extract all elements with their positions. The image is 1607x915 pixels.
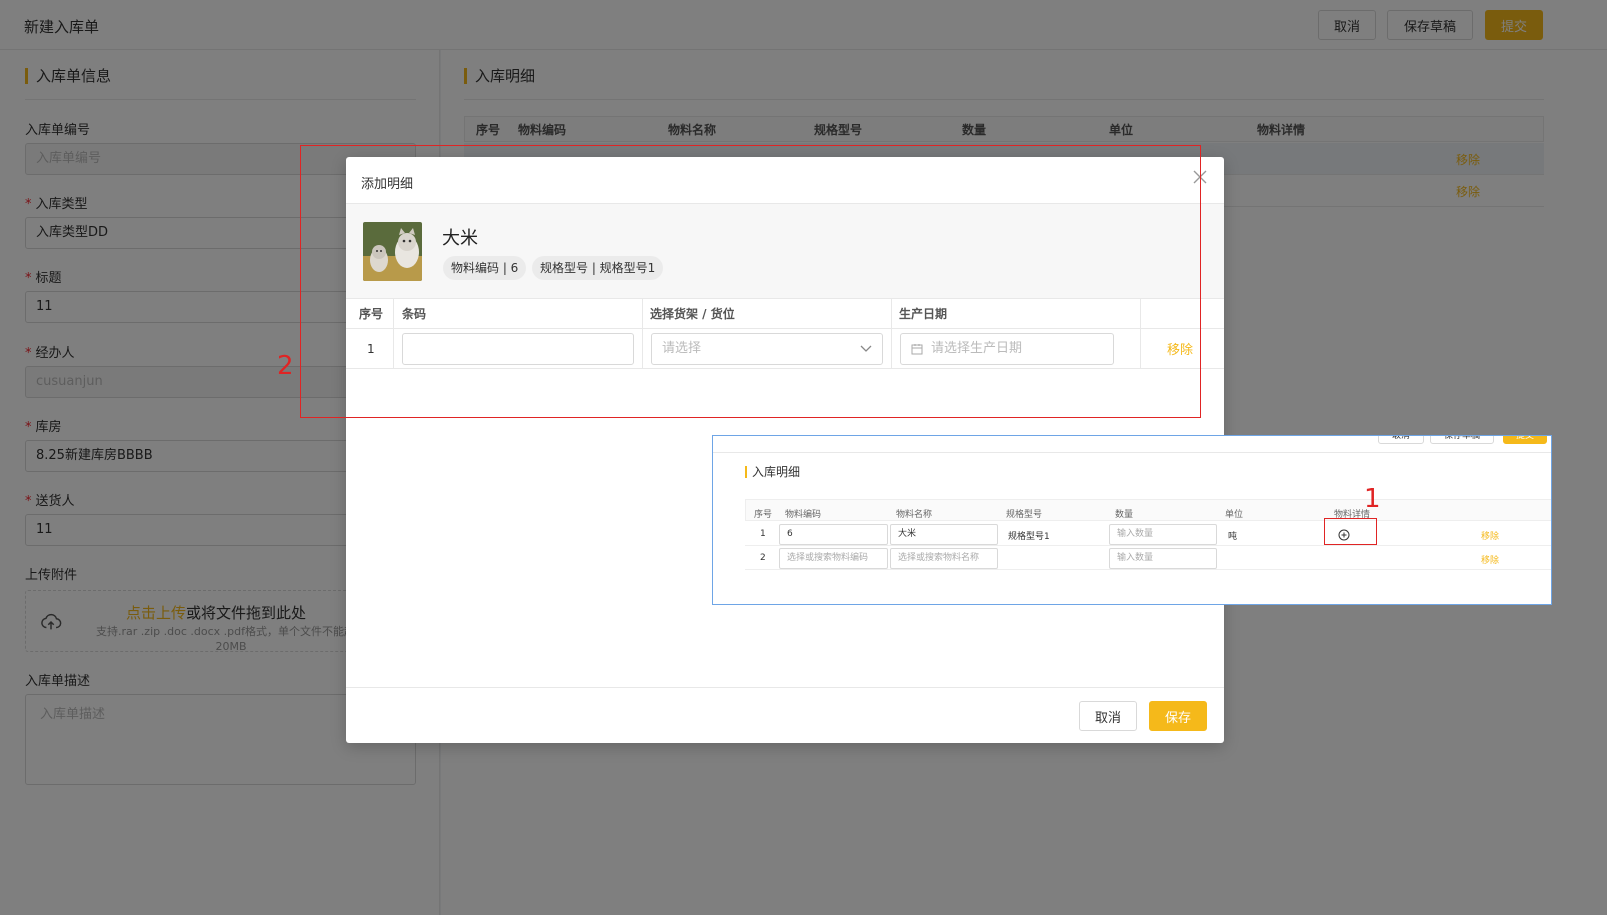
inset-col-qty: 数量	[1115, 510, 1134, 520]
inset-col-name: 物料名称	[896, 510, 933, 520]
annotation-box-1	[1324, 518, 1377, 545]
inset-table-header	[745, 499, 1551, 521]
annotation-label-2: 2	[277, 351, 294, 381]
modal-save-button[interactable]: 保存	[1149, 701, 1207, 731]
inset-submit-button: 提交	[1503, 436, 1547, 444]
inset-cancel-button: 取消	[1378, 436, 1424, 444]
inset-section-title: 入库明细	[745, 466, 800, 478]
annotation-label-1: 1	[1364, 484, 1381, 514]
modal-footer-divider	[346, 687, 1224, 688]
inset-col-code: 物料编码	[785, 510, 822, 520]
inset-screenshot: 取消 保存草稿 提交 入库明细 序号 物料编码 物料名称 规格型号 数量 单位 …	[712, 435, 1552, 605]
inset-col-spec: 规格型号	[1006, 510, 1043, 520]
inset-col-index: 序号	[754, 510, 773, 520]
annotation-box-2	[300, 145, 1201, 418]
inset-draft-button: 保存草稿	[1430, 436, 1494, 444]
modal-cancel-button[interactable]: 取消	[1079, 701, 1137, 731]
inset-col-unit: 单位	[1225, 510, 1244, 520]
